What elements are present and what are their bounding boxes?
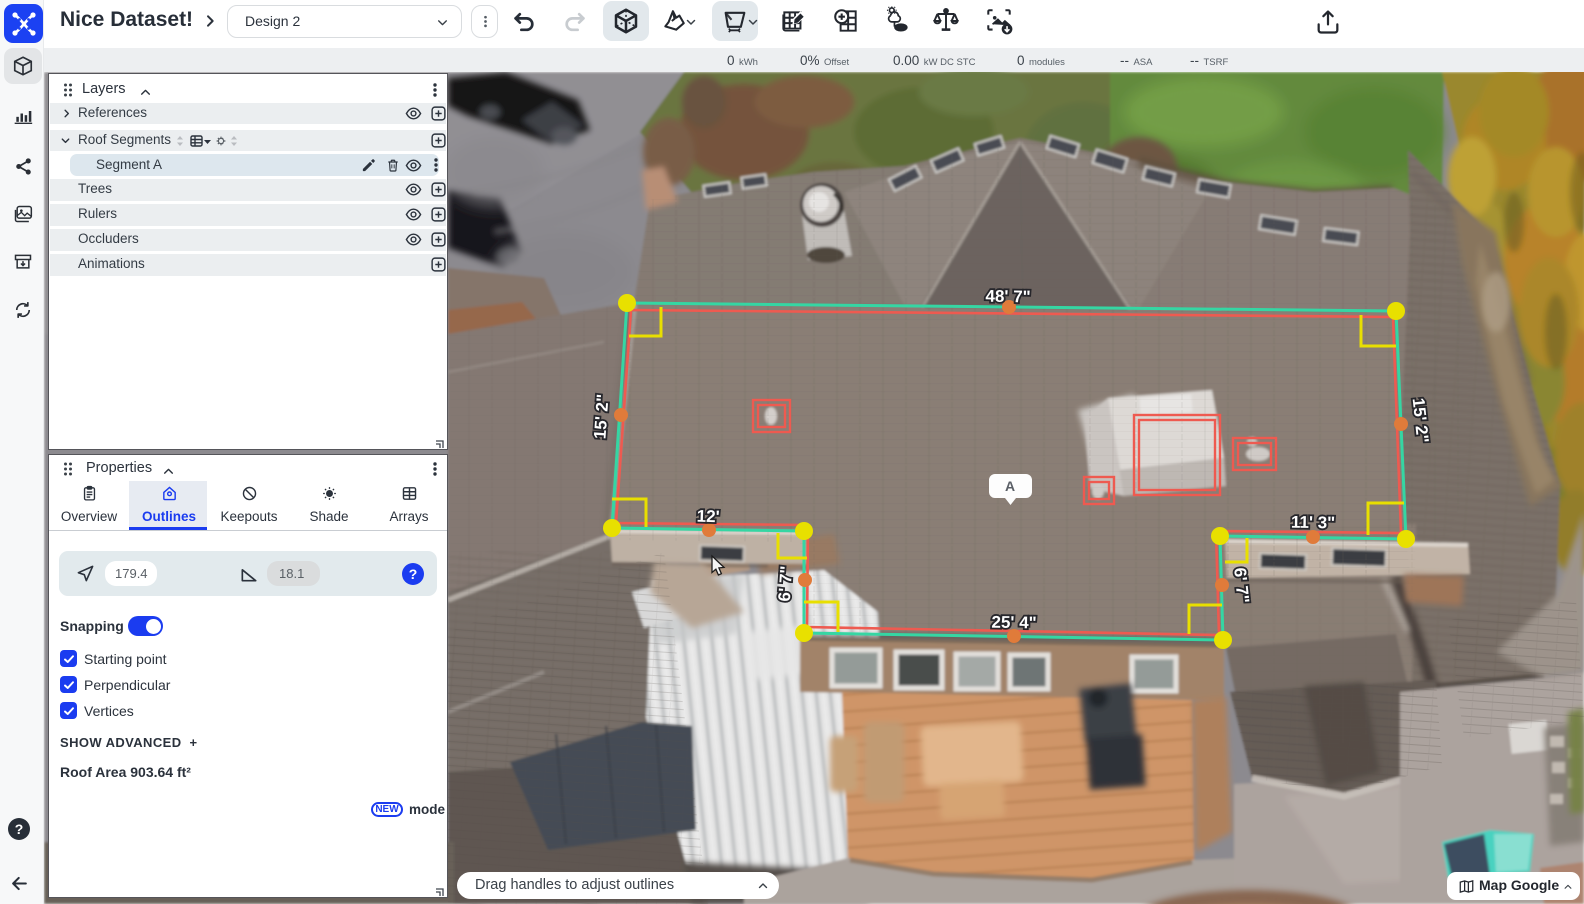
- svg-text:25' 4": 25' 4": [991, 613, 1037, 633]
- svg-text:6' 7": 6' 7": [775, 565, 796, 602]
- svg-text:A: A: [1005, 478, 1015, 494]
- svg-text:48' 7": 48' 7": [985, 287, 1031, 307]
- svg-text:15' 2": 15' 2": [590, 393, 612, 439]
- svg-text:6' 7": 6' 7": [1230, 567, 1253, 605]
- svg-text:12': 12': [696, 507, 720, 527]
- svg-text:11' 3": 11' 3": [1291, 513, 1336, 533]
